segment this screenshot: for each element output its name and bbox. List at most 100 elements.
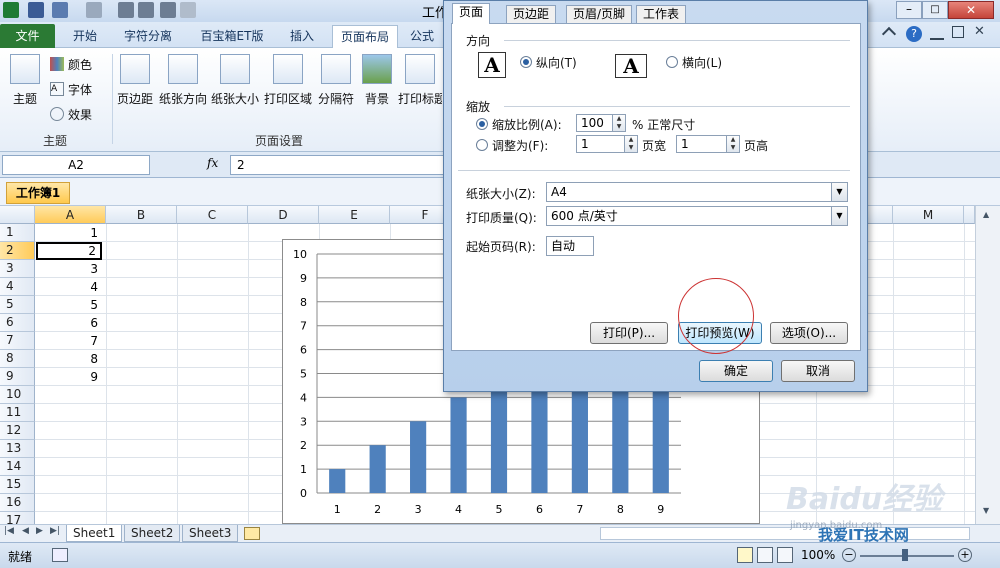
row-header[interactable]: 1	[0, 224, 35, 242]
undo-icon[interactable]	[52, 2, 68, 18]
form-icon[interactable]	[160, 2, 176, 18]
workbook-tab[interactable]: 工作簿1	[6, 182, 70, 204]
collapse-ribbon-icon[interactable]	[881, 26, 897, 42]
breaks-button[interactable]: 分隔符	[316, 54, 356, 107]
cell-a[interactable]: 8	[36, 350, 102, 368]
select-all-corner[interactable]	[0, 206, 35, 224]
row-header[interactable]: 5	[0, 296, 35, 314]
dialog-tab-header-footer[interactable]: 页眉/页脚	[566, 5, 633, 23]
tab-formulas[interactable]: 公式	[404, 25, 440, 47]
row-header[interactable]: 17	[0, 512, 35, 524]
theme-button[interactable]: 主题	[6, 54, 44, 107]
fx-icon[interactable]: fx	[207, 156, 218, 170]
row-header[interactable]: 3	[0, 260, 35, 278]
row-header[interactable]: 12	[0, 422, 35, 440]
zoom-slider-thumb[interactable]	[902, 549, 908, 561]
tab-char-split[interactable]: 字符分离	[114, 25, 182, 47]
dialog-tab-sheet[interactable]: 工作表	[636, 5, 687, 23]
size-button[interactable]: 纸张大小	[210, 54, 260, 107]
fit-to-label[interactable]: 调整为(F):	[492, 137, 548, 154]
next-sheet-icon[interactable]: ▶	[36, 526, 43, 536]
scale-ratio-label[interactable]: 缩放比例(A):	[492, 116, 562, 133]
landscape-radio[interactable]	[666, 56, 678, 68]
redo-icon[interactable]	[86, 2, 102, 18]
zoom-level[interactable]: 100%	[801, 548, 835, 562]
vertical-scrollbar[interactable]: ▲ ▼	[975, 206, 1000, 524]
row-header[interactable]: 15	[0, 476, 35, 494]
row-header[interactable]: 13	[0, 440, 35, 458]
zoom-out-icon[interactable]: −	[842, 548, 856, 562]
background-button[interactable]: 背景	[360, 54, 394, 107]
effects-button[interactable]: 效果	[50, 106, 110, 123]
tab-insert[interactable]: 插入	[280, 25, 324, 47]
print-quality-select[interactable]: 600 点/英寸 ▼	[546, 206, 848, 226]
cell-a[interactable]: 2	[36, 242, 102, 260]
sort-icon[interactable]	[138, 2, 154, 18]
col-header-m[interactable]: M	[893, 206, 964, 224]
margins-button[interactable]: 页边距	[114, 54, 156, 107]
close-doc-icon[interactable]: ✕	[974, 24, 985, 39]
row-header[interactable]: 2	[0, 242, 35, 260]
new-sheet-icon[interactable]	[244, 527, 260, 540]
options-button[interactable]: 选项(O)...	[770, 322, 848, 344]
cell-a[interactable]: 5	[36, 296, 102, 314]
fit-wide-spinner[interactable]: ▲ ▼	[624, 135, 638, 153]
row-header[interactable]: 6	[0, 314, 35, 332]
row-header[interactable]: 10	[0, 386, 35, 404]
minimize-button[interactable]: –	[896, 1, 922, 19]
first-page-input[interactable]: 自动	[546, 236, 594, 256]
print-quality-dropdown-icon[interactable]: ▼	[831, 207, 847, 225]
print-titles-button[interactable]: 打印标题	[398, 54, 442, 107]
tab-toolbox[interactable]: 百宝箱ET版	[190, 25, 274, 47]
save-icon[interactable]	[28, 2, 44, 18]
scale-ratio-radio[interactable]	[476, 118, 488, 130]
col-header-d[interactable]: D	[248, 206, 319, 224]
fonts-button[interactable]: A 字体	[50, 81, 110, 98]
dialog-tab-page[interactable]: 页面	[452, 3, 491, 24]
camera-icon[interactable]	[118, 2, 134, 18]
col-header-c[interactable]: C	[177, 206, 248, 224]
scroll-down-icon[interactable]: ▼	[983, 506, 989, 515]
name-box[interactable]: A2	[2, 155, 150, 175]
col-header-a[interactable]: A	[35, 206, 106, 224]
dialog-tab-margins[interactable]: 页边距	[506, 5, 557, 23]
cancel-button[interactable]: 取消	[781, 360, 855, 382]
sheet-tab-3[interactable]: Sheet3	[182, 525, 239, 542]
scroll-up-icon[interactable]: ▲	[983, 210, 989, 219]
formula-input[interactable]: 2	[230, 155, 470, 175]
cell-a[interactable]: 7	[36, 332, 102, 350]
normal-view-icon[interactable]	[737, 547, 753, 563]
row-header[interactable]: 7	[0, 332, 35, 350]
paper-size-dropdown-icon[interactable]: ▼	[831, 183, 847, 201]
last-sheet-icon[interactable]: ▶|	[50, 526, 60, 536]
page-break-view-icon[interactable]	[777, 547, 793, 563]
portrait-radio[interactable]	[520, 56, 532, 68]
col-header-b[interactable]: B	[106, 206, 177, 224]
restore-doc-icon[interactable]	[952, 26, 964, 38]
first-sheet-icon[interactable]: |◀	[4, 526, 14, 536]
maximize-button[interactable]: □	[922, 1, 948, 19]
customize-icon[interactable]	[180, 2, 196, 18]
print-button[interactable]: 打印(P)...	[590, 322, 668, 344]
help-icon[interactable]: ?	[906, 26, 922, 42]
scale-ratio-spinner[interactable]: ▲ ▼	[612, 114, 626, 132]
zoom-in-icon[interactable]: +	[958, 548, 972, 562]
cell-a[interactable]: 3	[36, 260, 102, 278]
paper-size-select[interactable]: A4 ▼	[546, 182, 848, 202]
close-button[interactable]: ✕	[948, 1, 994, 19]
tab-page-layout[interactable]: 页面布局	[332, 25, 398, 49]
cell-a[interactable]: 1	[36, 224, 102, 242]
cell-a[interactable]: 9	[36, 368, 102, 386]
fit-tall-spinner[interactable]: ▲ ▼	[726, 135, 740, 153]
tab-home[interactable]: 开始	[62, 25, 108, 47]
row-header[interactable]: 9	[0, 368, 35, 386]
print-area-button[interactable]: 打印区域	[262, 54, 314, 107]
portrait-label[interactable]: 纵向(T)	[536, 54, 577, 71]
fit-to-radio[interactable]	[476, 139, 488, 151]
sheet-tab-2[interactable]: Sheet2	[124, 525, 181, 542]
ok-button[interactable]: 确定	[699, 360, 773, 382]
row-header[interactable]: 11	[0, 404, 35, 422]
orientation-button[interactable]: 纸张方向	[158, 54, 208, 107]
cell-a[interactable]: 6	[36, 314, 102, 332]
min-doc-icon[interactable]	[930, 26, 944, 40]
